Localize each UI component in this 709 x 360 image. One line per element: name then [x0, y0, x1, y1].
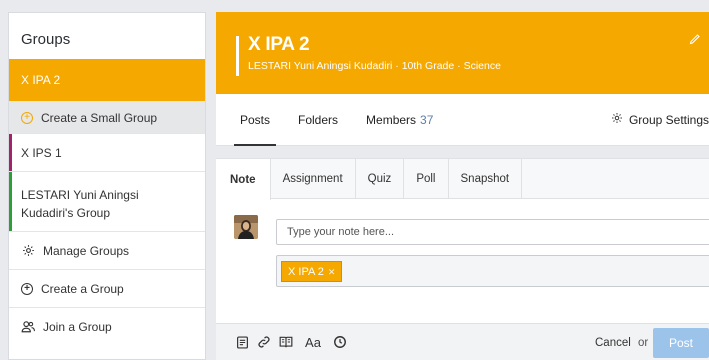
create-small-group-label: Create a Small Group — [41, 110, 158, 125]
post-type-tabs: Note Assignment Quiz Poll Snapshot — [216, 159, 709, 200]
post-composer: Note Assignment Quiz Poll Snapshot Type … — [216, 158, 709, 360]
tab-poll[interactable]: Poll — [404, 159, 449, 198]
members-count: 37 — [420, 112, 434, 127]
sidebar-title: Groups — [21, 31, 71, 48]
group-settings-button[interactable]: Group Settings — [611, 94, 709, 146]
tab-assignment[interactable]: Assignment — [271, 159, 356, 198]
edit-pencil-icon[interactable] — [689, 32, 701, 48]
groups-sidebar: Groups X IPA 2 + Create a Small Group X … — [8, 12, 206, 360]
file-icon[interactable] — [234, 334, 250, 350]
group-title: X IPA 2 — [248, 34, 310, 55]
plus-circle-icon: + — [21, 111, 33, 124]
library-icon[interactable] — [278, 334, 294, 350]
sidebar-item-label: X IPS 1 — [21, 145, 62, 160]
avatar — [234, 215, 258, 239]
link-icon[interactable] — [256, 334, 272, 350]
join-group-button[interactable]: Join a Group — [9, 307, 205, 345]
group-settings-label: Group Settings — [628, 112, 709, 127]
tab-note-label: Note — [230, 173, 256, 186]
group-header: X IPA 2 LESTARI Yuni Aningsi Kudadiri · … — [216, 12, 709, 94]
tab-note[interactable]: Note — [216, 159, 271, 200]
join-group-label: Join a Group — [43, 319, 112, 334]
tab-snapshot[interactable]: Snapshot — [449, 159, 523, 198]
create-group-label: Create a Group — [41, 281, 124, 296]
cancel-button[interactable]: Cancel — [595, 337, 631, 349]
recipient-chip[interactable]: X IPA 2 ✕ — [281, 261, 343, 282]
or-label: or — [638, 337, 649, 349]
group-subtitle: LESTARI Yuni Aningsi Kudadiri · 10th Gra… — [248, 60, 501, 72]
group-color-bar — [9, 172, 12, 231]
plus-circle-icon: + — [21, 282, 33, 295]
manage-groups-label: Manage Groups — [43, 243, 130, 258]
close-icon[interactable]: ✕ — [328, 267, 336, 277]
post-button-label: Post — [668, 336, 693, 350]
manage-groups-button[interactable]: Manage Groups — [9, 231, 205, 269]
recipient-chip-label: X IPA 2 — [288, 266, 324, 278]
gear-icon — [21, 244, 35, 258]
tab-snapshot-label: Snapshot — [460, 172, 510, 185]
tab-members[interactable]: Members 37 — [366, 94, 433, 146]
sidebar-item-group[interactable]: LESTARI Yuni Aningsi Kudadiri's Group — [9, 171, 205, 231]
sidebar-item-group[interactable]: X IPS 1 — [9, 133, 205, 171]
sidebar-item-active-group[interactable]: X IPA 2 — [9, 59, 205, 101]
composer-toolbar: Aa Cancel or Post — [216, 323, 709, 360]
text-format-icon[interactable]: Aa — [302, 334, 324, 350]
recipients-field[interactable]: X IPA 2 ✕ — [276, 255, 709, 287]
tab-posts[interactable]: Posts — [233, 94, 277, 146]
tab-folders[interactable]: Folders — [298, 94, 338, 146]
tab-assignment-label: Assignment — [282, 172, 343, 185]
tab-members-label: Members — [366, 112, 417, 127]
clock-icon[interactable] — [332, 334, 348, 350]
header-accent-bar — [236, 36, 239, 76]
group-color-bar — [9, 134, 12, 171]
note-input[interactable]: Type your note here... — [276, 219, 709, 245]
tab-poll-label: Poll — [416, 172, 436, 185]
create-small-group-button[interactable]: + Create a Small Group — [9, 101, 205, 133]
gear-icon — [611, 112, 623, 127]
group-tabs: Posts Folders Members 37 Group Settings — [216, 94, 709, 146]
group-main: X IPA 2 LESTARI Yuni Aningsi Kudadiri · … — [216, 12, 709, 360]
create-group-button[interactable]: + Create a Group — [9, 269, 205, 307]
sidebar-item-label: LESTARI Yuni Aningsi Kudadiri's Group — [21, 188, 139, 220]
users-icon — [21, 320, 35, 334]
tab-posts-label: Posts — [240, 112, 271, 127]
tab-quiz-label: Quiz — [367, 172, 392, 185]
tab-folders-label: Folders — [298, 112, 339, 127]
sidebar-item-label: X IPA 2 — [21, 73, 61, 87]
post-button[interactable]: Post — [653, 328, 709, 358]
tab-quiz[interactable]: Quiz — [356, 159, 405, 198]
